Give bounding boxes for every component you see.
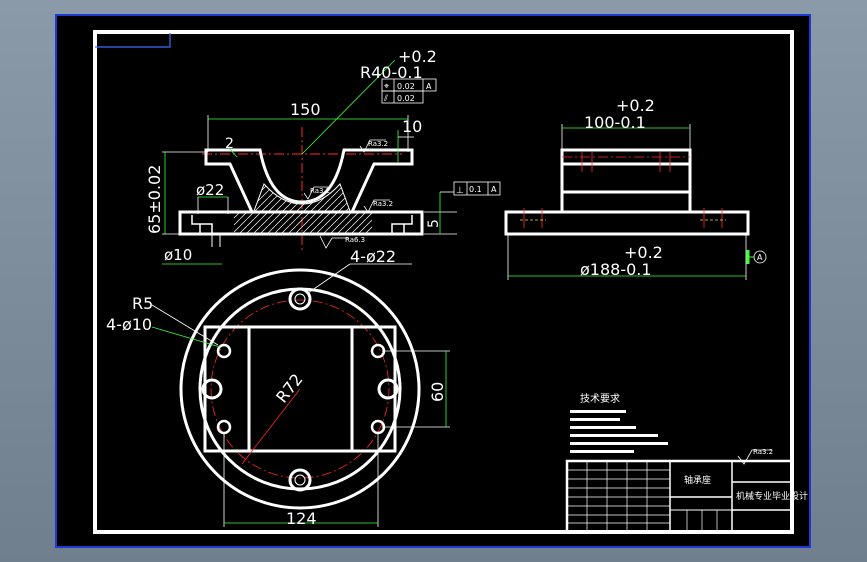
designer-school: 机械专业毕业设计 bbox=[736, 490, 808, 502]
parallelism-tolerance: 0.02 bbox=[397, 94, 415, 103]
roughness-label-1: Ra3.2 bbox=[368, 140, 388, 148]
cad-viewport[interactable]: +0.2 R40-0.1 150 10 2 65±0.02 ø22 ø10 5 … bbox=[55, 14, 811, 548]
parallelism-symbol: ⫽ bbox=[383, 94, 388, 104]
dia-22-dimension: ø22 bbox=[196, 181, 224, 199]
height-10-dimension: 10 bbox=[402, 117, 422, 136]
perpendicularity-tolerance: 0.1 bbox=[469, 185, 482, 194]
position-tolerance: 0.02 bbox=[397, 82, 415, 91]
drawing-canvas: +0.2 R40-0.1 150 10 2 65±0.02 ø22 ø10 5 … bbox=[93, 30, 808, 534]
height-65-dimension: 65±0.02 bbox=[145, 165, 164, 234]
tech-requirements-text bbox=[570, 410, 668, 453]
roughness-label-5: Ra3.2 bbox=[753, 448, 773, 456]
roughness-label-4: Ra6.3 bbox=[345, 236, 365, 244]
width-150-dimension: 150 bbox=[290, 100, 321, 119]
part-name: 轴承座 bbox=[684, 474, 711, 486]
roughness-symbols bbox=[303, 139, 772, 465]
height-5-dimension: 5 bbox=[426, 219, 442, 228]
position-datum: A bbox=[426, 82, 432, 91]
position-symbol: ⌖ bbox=[384, 82, 389, 92]
gap-2-dimension: 2 bbox=[225, 136, 234, 152]
perpendicularity-datum: A bbox=[491, 185, 497, 194]
w124-dimension: 124 bbox=[286, 509, 317, 528]
d188-dimension: ø188-0.1 bbox=[580, 260, 652, 279]
perpendicularity-symbol: ⊥ bbox=[456, 186, 464, 196]
holes-22-callout: 4-ø22 bbox=[350, 247, 396, 266]
w100-dimension: 100-0.1 bbox=[584, 113, 646, 132]
roughness-label-2: Ra3.2 bbox=[310, 187, 330, 195]
tech-requirements-title: 技术要求 bbox=[580, 392, 620, 405]
h60-dimension: 60 bbox=[428, 382, 447, 402]
dia-10-dimension: ø10 bbox=[164, 246, 192, 264]
holes-10-callout: 4-ø10 bbox=[106, 315, 152, 334]
gdt-frames: ⌖ 0.02 A ⫽ 0.02 ⊥ 0.1 A bbox=[381, 78, 501, 196]
drawing-frame bbox=[93, 30, 794, 534]
frame-corner-mark bbox=[95, 33, 171, 48]
roughness-label-3: Ra3.2 bbox=[373, 200, 393, 208]
datum-a-label: A bbox=[757, 253, 763, 262]
r5-callout: R5 bbox=[132, 294, 153, 313]
r72-dimension: R72 bbox=[272, 370, 306, 407]
